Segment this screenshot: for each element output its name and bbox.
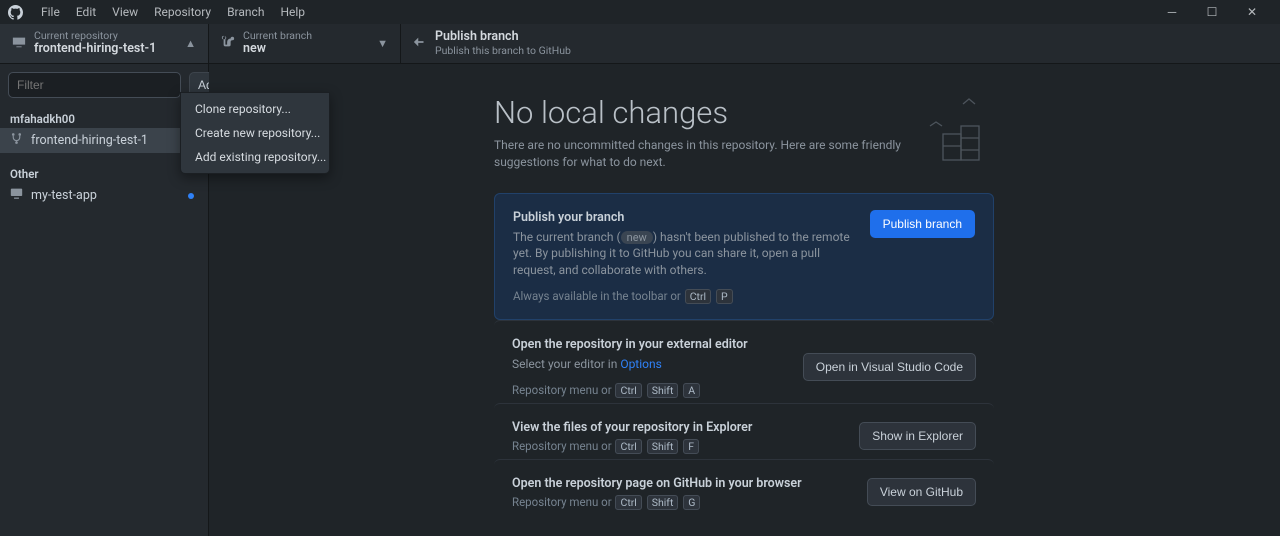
- menu-help[interactable]: Help: [272, 5, 313, 19]
- menu-add-existing-repository[interactable]: Add existing repository...: [181, 145, 329, 169]
- uncommitted-dot-icon: [188, 193, 194, 199]
- card-shortcut-hint: Repository menu or Ctrl Shift A: [512, 383, 791, 397]
- sidebar-group-title: Other: [0, 161, 208, 183]
- menu-file[interactable]: File: [33, 5, 68, 19]
- kbd: Shift: [647, 439, 679, 454]
- toolbar: Current repository frontend-hiring-test-…: [0, 24, 1280, 64]
- filter-input[interactable]: [8, 72, 181, 98]
- open-editor-card: Open the repository in your external edi…: [494, 320, 994, 403]
- desktop-icon: [12, 34, 26, 53]
- menu-edit[interactable]: Edit: [68, 5, 104, 19]
- card-shortcut-hint: Always available in the toolbar or Ctrl …: [513, 289, 858, 303]
- branch-pill: new: [621, 231, 653, 244]
- publish-branch-card: Publish your branch The current branch (…: [494, 193, 994, 320]
- kbd: P: [716, 289, 733, 304]
- kbd: F: [683, 439, 699, 454]
- menubar: File Edit View Repository Branch Help ─ …: [0, 0, 1280, 24]
- current-repository-value: frontend-hiring-test-1: [34, 42, 156, 56]
- current-branch-value: new: [243, 42, 312, 56]
- kbd: Ctrl: [615, 439, 641, 454]
- menu-view[interactable]: View: [104, 5, 146, 19]
- maximize-button[interactable]: ☐: [1192, 5, 1232, 19]
- window-controls: ─ ☐ ✕: [1152, 5, 1272, 19]
- chevron-up-icon: ▲: [185, 37, 196, 50]
- menu-clone-repository[interactable]: Clone repository...: [181, 97, 329, 121]
- kbd: Ctrl: [685, 289, 711, 304]
- close-button[interactable]: ✕: [1232, 5, 1272, 19]
- open-in-editor-button[interactable]: Open in Visual Studio Code: [803, 353, 976, 381]
- current-repository-selector[interactable]: Current repository frontend-hiring-test-…: [0, 24, 209, 63]
- card-title: Publish your branch: [513, 210, 858, 225]
- minimize-button[interactable]: ─: [1152, 5, 1192, 19]
- kbd: Shift: [647, 383, 679, 398]
- page-title: No local changes: [494, 94, 994, 131]
- view-on-github-card: Open the repository page on GitHub in yo…: [494, 459, 994, 515]
- kbd: Shift: [647, 495, 679, 510]
- card-description: Select your editor in Options: [512, 356, 791, 373]
- sidebar-group-title: mfahadkh00: [0, 106, 208, 128]
- card-title: View the files of your repository in Exp…: [512, 420, 847, 435]
- kbd: Ctrl: [615, 495, 641, 510]
- sidebar-repo-name: my-test-app: [31, 188, 97, 203]
- repository-sidebar: Add ▼ mfahadkh00 frontend-hiring-test-1 …: [0, 64, 209, 536]
- show-in-explorer-card: View the files of your repository in Exp…: [494, 403, 994, 459]
- publish-branch-hint: Publish this branch to GitHub: [435, 45, 571, 57]
- sidebar-repo-name: frontend-hiring-test-1: [31, 133, 148, 148]
- kbd: G: [683, 495, 700, 510]
- card-shortcut-hint: Repository menu or Ctrl Shift F: [512, 439, 847, 453]
- sidebar-repo-item[interactable]: my-test-app: [0, 183, 208, 208]
- fork-icon: [10, 132, 23, 149]
- page-subtitle: There are no uncommitted changes in this…: [494, 137, 904, 171]
- github-logo-icon: [8, 5, 23, 20]
- options-link[interactable]: Options: [620, 357, 662, 371]
- publish-branch-button[interactable]: Publish branch: [870, 210, 975, 238]
- chevron-down-icon: ▼: [377, 37, 388, 50]
- current-branch-selector[interactable]: Current branch new ▼: [209, 24, 401, 63]
- card-shortcut-hint: Repository menu or Ctrl Shift G: [512, 495, 855, 509]
- add-dropdown-menu: Clone repository... Create new repositor…: [180, 92, 330, 174]
- upload-icon: [413, 34, 427, 53]
- show-in-explorer-button[interactable]: Show in Explorer: [859, 422, 976, 450]
- empty-state-illustration-icon: [925, 96, 985, 170]
- menu-repository[interactable]: Repository: [146, 5, 219, 19]
- kbd: Ctrl: [615, 383, 641, 398]
- publish-branch-toolbar[interactable]: Publish branch Publish this branch to Gi…: [401, 24, 1280, 63]
- view-on-github-button[interactable]: View on GitHub: [867, 478, 976, 506]
- main-content: No local changes There are no uncommitte…: [209, 64, 1280, 536]
- kbd: A: [683, 383, 700, 398]
- publish-branch-label: Publish branch: [435, 30, 571, 44]
- sidebar-repo-item[interactable]: frontend-hiring-test-1: [0, 128, 208, 153]
- card-title: Open the repository page on GitHub in yo…: [512, 476, 855, 491]
- git-branch-icon: [221, 34, 235, 53]
- menu-create-new-repository[interactable]: Create new repository...: [181, 121, 329, 145]
- card-title: Open the repository in your external edi…: [512, 337, 791, 352]
- desktop-icon: [10, 187, 23, 204]
- card-description: The current branch (new) hasn't been pub…: [513, 229, 858, 279]
- menu-branch[interactable]: Branch: [219, 5, 272, 19]
